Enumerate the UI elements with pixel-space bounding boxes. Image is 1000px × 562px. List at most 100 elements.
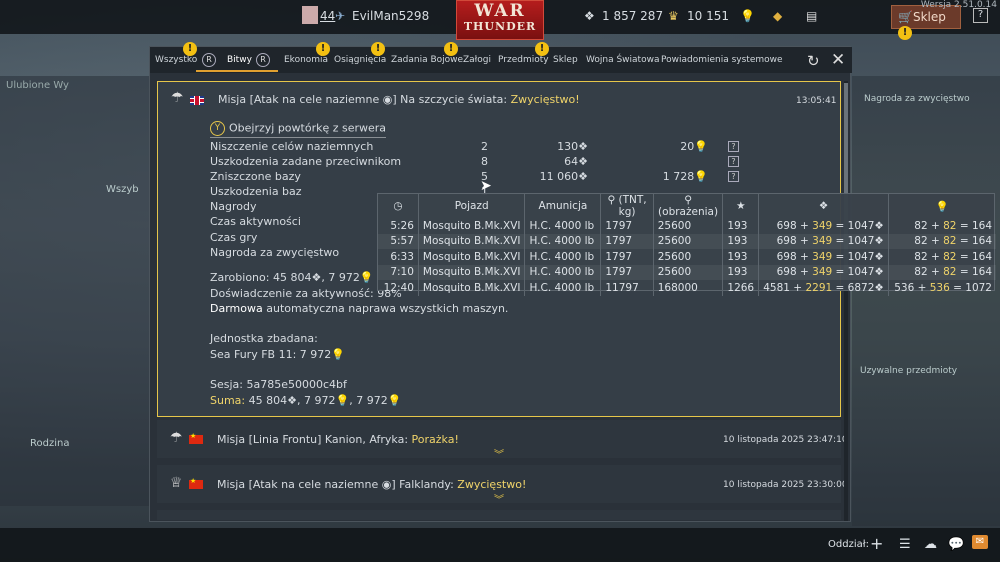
golden-eagles-icon: ♛ — [668, 9, 679, 23]
stat-research-value: 1 728 — [662, 170, 695, 183]
tab-items[interactable]: Przedmioty — [498, 55, 549, 65]
parachute-icon: ☂ — [171, 90, 184, 106]
contacts-icon[interactable]: ☁ — [924, 537, 937, 552]
row-rp-total: = 164 — [956, 235, 992, 248]
earned-silver: 45 804 — [272, 271, 312, 284]
right-hangar-panel: Nagroda za zwycięstwo Uzywalne przedmiot… — [852, 76, 1000, 526]
list-icon[interactable]: ☰ — [899, 537, 911, 552]
mission-title: Misja [Linia Frontu] Kanion, Afryka: Por… — [217, 433, 459, 446]
shop-label: Sklep — [912, 10, 946, 24]
row-silver-base: 698 + — [776, 266, 813, 279]
mail-icon[interactable]: ✉ — [972, 535, 988, 549]
replay-link[interactable]: Y Obejrzyj powtórkę z serwera — [210, 121, 387, 138]
mission-title-text: Misja [Atak na cele naziemne — [217, 478, 379, 491]
ground-strike-icon: ◉ — [381, 478, 392, 491]
right-label: Uzywalne przedmioty — [860, 366, 958, 376]
row-score: 193 — [722, 233, 760, 249]
tab-system-notifications[interactable]: Powiadomienia systemowe — [661, 55, 783, 65]
table-row: 6:33 Mosquito B.Mk.XVI H.C. 4000 lb 1797… — [378, 249, 996, 265]
war-thunder-logo[interactable]: WAR THUNDER — [456, 0, 544, 40]
session-id: Sesja: 5a785e50000c4bf — [210, 378, 347, 391]
research-icon: 💡 — [331, 348, 345, 361]
squad-label: Oddział: — [828, 539, 869, 550]
ground-strike-icon: ◉ — [382, 93, 393, 106]
tab-all[interactable]: Wszystko — [155, 55, 197, 65]
clock-icon: ◷ — [378, 194, 419, 218]
bomb-icon: ⚲ — [684, 194, 692, 206]
tab-achievements[interactable]: Osiągnięcia — [334, 55, 386, 65]
chat-icon[interactable]: 💬 — [948, 537, 964, 552]
stat-label: Zniszczone bazy — [210, 170, 301, 183]
tab-battle-tasks[interactable]: Zadania Bojowe — [391, 55, 463, 65]
stat-label: Czas aktywności — [210, 215, 301, 228]
row-rp-total: = 1072 — [949, 281, 992, 294]
row-rp-bonus: 82 — [943, 235, 957, 248]
parachute-icon: ☂ — [170, 430, 183, 446]
bomb-icon: ⚲ — [607, 194, 616, 206]
add-squad-icon[interactable]: + — [870, 534, 883, 553]
coupon-icon[interactable]: ▤ — [806, 9, 817, 23]
left-tag: Wszyb — [106, 184, 139, 195]
tab-battles[interactable]: Bitwy — [227, 55, 252, 65]
premium-icon[interactable]: ◆ — [773, 9, 782, 23]
r-badge-icon: R — [202, 53, 216, 67]
row-silver-base: 698 + — [776, 219, 813, 232]
r-badge-icon: R — [256, 53, 270, 67]
mission-result: Zwycięstwo! — [457, 478, 527, 491]
silver-lions-icon: ❖ — [578, 155, 588, 168]
chevron-down-icon[interactable]: ︾ — [494, 491, 504, 506]
lightbulb-icon[interactable]: 💡 — [740, 9, 755, 23]
battle-entry-collapsed[interactable] — [157, 510, 841, 520]
row-rp-base: 82 + — [914, 235, 944, 248]
row-damage: 25600 — [653, 233, 724, 249]
mission-time: 13:05:41 — [796, 96, 837, 106]
row-tnt: 1797 — [600, 233, 654, 249]
avatar[interactable] — [302, 6, 318, 24]
silver-lions-amount[interactable]: 1 857 287 — [602, 9, 663, 23]
tab-world-war[interactable]: Wojna Światowa — [586, 55, 659, 65]
tab-crews[interactable]: Załogi — [463, 55, 491, 65]
researched-unit: Sea Fury FB 11: 7 972 — [210, 348, 332, 361]
mouse-cursor-icon: ➤ — [480, 178, 492, 194]
battle-entry-collapsed[interactable]: ☂ Misja [Linia Frontu] Kanion, Afryka: P… — [157, 420, 848, 461]
sum-research-2: 7 972 — [356, 394, 388, 407]
left-label: Rodzina — [30, 438, 70, 449]
player-nickname[interactable]: EvilMan5298 — [352, 9, 429, 23]
tab-economy[interactable]: Ekonomia — [284, 55, 328, 65]
chevron-down-icon[interactable]: ︾ — [494, 446, 504, 461]
row-rp-base: 82 + — [914, 219, 944, 232]
row-rp-base: 536 + — [894, 281, 930, 294]
row-silver: 698 + 349 = 1047❖ — [758, 233, 889, 249]
row-vehicle: Mosquito B.Mk.XVI — [418, 218, 526, 234]
mission-title-map: ] Na szczycie świata: — [392, 93, 511, 106]
y-button-icon: Y — [210, 121, 225, 136]
mission-title-text: Misja [Atak na cele naziemne — [218, 93, 380, 106]
row-tnt: 11797 — [600, 280, 654, 296]
info-icon[interactable]: ? — [728, 156, 739, 167]
battle-entry-collapsed[interactable]: ♕ Misja [Atak na cele naziemne ◉] Falkla… — [157, 465, 848, 506]
row-silver-base: 698 + — [776, 250, 813, 263]
help-icon[interactable]: ? — [973, 8, 988, 23]
trophy-icon: ♕ — [170, 475, 183, 491]
info-icon[interactable]: ? — [728, 171, 739, 182]
mission-result: Porażka! — [411, 433, 459, 446]
row-rp-total: = 164 — [956, 219, 992, 232]
row-vehicle: Mosquito B.Mk.XVI — [418, 249, 526, 265]
research-icon: 💡 — [935, 200, 949, 213]
info-icon[interactable]: ? — [728, 141, 739, 152]
close-icon[interactable]: ✕ — [831, 50, 845, 70]
tab-all-warning-icon: ! — [183, 42, 197, 56]
tab-shop[interactable]: Sklep — [553, 55, 578, 65]
col-vehicle: Pojazd — [418, 194, 526, 218]
golden-eagles-amount[interactable]: 10 151 — [687, 9, 729, 23]
rank-icon: ✈ — [335, 9, 346, 23]
row-damage: 168000 — [653, 280, 724, 296]
mission-result: Zwycięstwo! — [510, 93, 580, 106]
stat-label: Nagrody — [210, 200, 257, 213]
sum-silver: 45 804 — [248, 394, 288, 407]
refresh-icon[interactable]: ↻ — [807, 52, 820, 70]
activity-exp: Doświadczenie za aktywność: 98% — [210, 287, 402, 300]
row-silver-bonus: 349 — [812, 219, 833, 232]
scrollbar[interactable] — [844, 81, 848, 521]
stat-silver-value: 64 — [564, 155, 579, 168]
